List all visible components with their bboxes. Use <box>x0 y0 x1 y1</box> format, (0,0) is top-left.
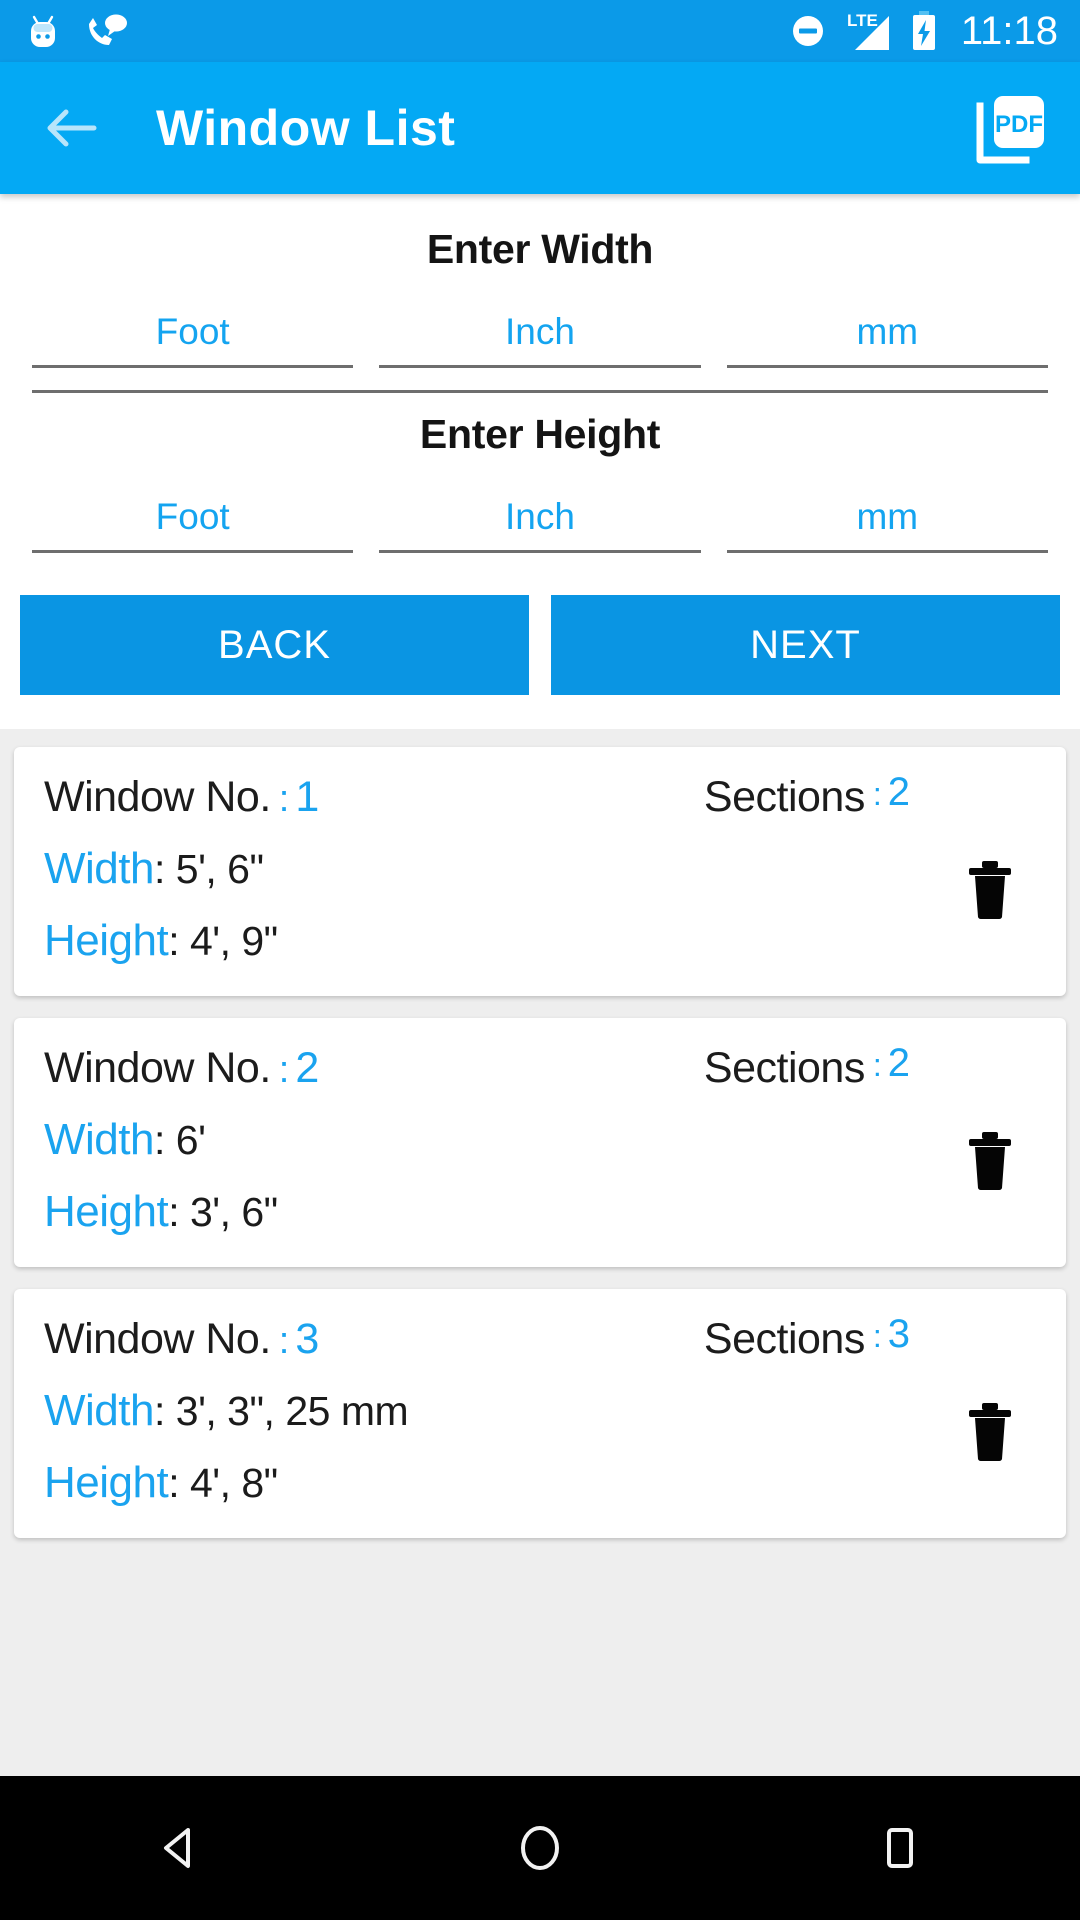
window-list[interactable]: Window No.:1 Sections:2 Width: 5', 6" Heigh… <box>0 729 1080 1920</box>
width-mm-input[interactable] <box>726 311 1048 368</box>
height-label: Height <box>44 1187 169 1236</box>
height-value: : 4', 8" <box>168 1460 278 1506</box>
sections-group: Sections:2 <box>703 1041 910 1093</box>
status-bar-left-icons <box>24 11 128 51</box>
window-no-value: 1 <box>295 773 320 821</box>
height-value: : 4', 9" <box>168 918 278 964</box>
window-card[interactable]: Window No.:2 Sections:2 Width: 6' Height: 3… <box>14 1018 1066 1267</box>
status-bar-right-icons: LTE 11:18 <box>789 8 1058 54</box>
window-card-header: Window No.:2 Sections:2 <box>44 1041 1036 1093</box>
next-button[interactable]: NEXT <box>551 595 1060 695</box>
app-screen: LTE 11:18 Window List PDF Enter Width Fo… <box>0 0 1080 1920</box>
sections-colon: : <box>872 1047 882 1083</box>
sections-group: Sections:2 <box>703 770 910 822</box>
height-label-row: Height: 4', 9" <box>44 916 1036 966</box>
width-field-row <box>0 277 1080 368</box>
missed-call-icon <box>84 11 128 51</box>
battery-charging-icon <box>909 9 939 53</box>
height-label: Height <box>44 1458 169 1507</box>
height-label: Height <box>44 916 169 965</box>
measurement-form: Enter Width Enter Height <box>0 194 1080 553</box>
height-foot-field <box>32 462 354 553</box>
width-mm-field <box>726 277 1048 368</box>
sections-label: Sections <box>703 1315 865 1363</box>
width-label-row: Width: 6' <box>44 1115 1036 1165</box>
window-no-label: Window No. <box>44 773 271 821</box>
height-label-row: Height: 3', 6" <box>44 1187 1036 1237</box>
height-inch-field <box>379 462 701 553</box>
width-label-row: Width: 5', 6" <box>44 844 1036 894</box>
form-action-buttons: BACK NEXT <box>0 553 1080 729</box>
sections-colon: : <box>872 776 882 812</box>
nav-recents-icon[interactable] <box>820 1776 980 1920</box>
android-robot-icon <box>24 11 62 51</box>
delete-icon[interactable] <box>964 1130 1016 1192</box>
window-no-label: Window No. <box>44 1315 271 1363</box>
window-no-value: 3 <box>295 1315 320 1363</box>
sections-value: 2 <box>887 770 910 814</box>
sections-colon: : <box>872 1318 882 1354</box>
sections-group: Sections:3 <box>703 1312 910 1364</box>
window-card[interactable]: Window No.:3 Sections:3 Width: 3', 3", 25 … <box>14 1289 1066 1538</box>
window-no-colon: : <box>278 778 290 820</box>
window-card-header: Window No.:3 Sections:3 <box>44 1312 1036 1364</box>
window-no-label: Window No. <box>44 1044 271 1092</box>
page-title: Window List <box>156 100 456 156</box>
delete-icon[interactable] <box>964 1401 1016 1463</box>
delete-icon[interactable] <box>964 859 1016 921</box>
status-bar: LTE 11:18 <box>0 0 1080 62</box>
height-value: : 3', 6" <box>168 1189 278 1235</box>
window-card-header: Window No.:1 Sections:2 <box>44 770 1036 822</box>
width-foot-input[interactable] <box>32 311 354 368</box>
width-value: : 5', 6" <box>153 846 264 892</box>
svg-text:LTE: LTE <box>847 11 878 30</box>
height-foot-input[interactable] <box>32 496 354 553</box>
lte-signal-icon: LTE <box>841 8 895 54</box>
width-label-row: Width: 3', 3", 25 mm <box>44 1386 1036 1436</box>
width-inch-input[interactable] <box>379 311 701 368</box>
sections-label: Sections <box>703 1044 865 1092</box>
nav-back-icon[interactable] <box>100 1776 260 1920</box>
height-inch-input[interactable] <box>379 496 701 553</box>
enter-width-heading: Enter Width <box>426 226 654 272</box>
height-mm-input[interactable] <box>726 496 1048 553</box>
status-bar-clock: 11:18 <box>960 9 1058 53</box>
back-arrow-icon[interactable] <box>40 97 102 159</box>
enter-height-heading: Enter Height <box>419 411 661 457</box>
width-label: Width <box>44 1386 154 1435</box>
height-field-row <box>0 462 1080 553</box>
do-not-disturb-icon <box>789 12 827 50</box>
width-foot-field <box>32 277 354 368</box>
app-bar: Window List PDF <box>0 62 1080 194</box>
android-nav-bar <box>0 1776 1080 1920</box>
width-label: Width <box>44 1115 154 1164</box>
width-inch-field <box>379 277 701 368</box>
window-card[interactable]: Window No.:1 Sections:2 Width: 5', 6" Heigh… <box>14 747 1066 996</box>
sections-value: 2 <box>887 1041 910 1085</box>
window-no-colon: : <box>278 1049 290 1091</box>
window-no-value: 2 <box>295 1044 320 1092</box>
back-button[interactable]: BACK <box>20 595 529 695</box>
sections-value: 3 <box>887 1312 910 1356</box>
width-value: : 3', 3", 25 mm <box>153 1388 409 1434</box>
height-label-row: Height: 4', 8" <box>44 1458 1036 1508</box>
height-mm-field <box>726 462 1048 553</box>
nav-home-icon[interactable] <box>460 1776 620 1920</box>
window-no-colon: : <box>278 1320 290 1362</box>
sections-label: Sections <box>703 773 865 821</box>
width-value: : 6' <box>153 1117 206 1163</box>
export-pdf-icon[interactable]: PDF <box>972 89 1050 167</box>
svg-text:PDF: PDF <box>995 111 1043 138</box>
width-label: Width <box>44 844 154 893</box>
